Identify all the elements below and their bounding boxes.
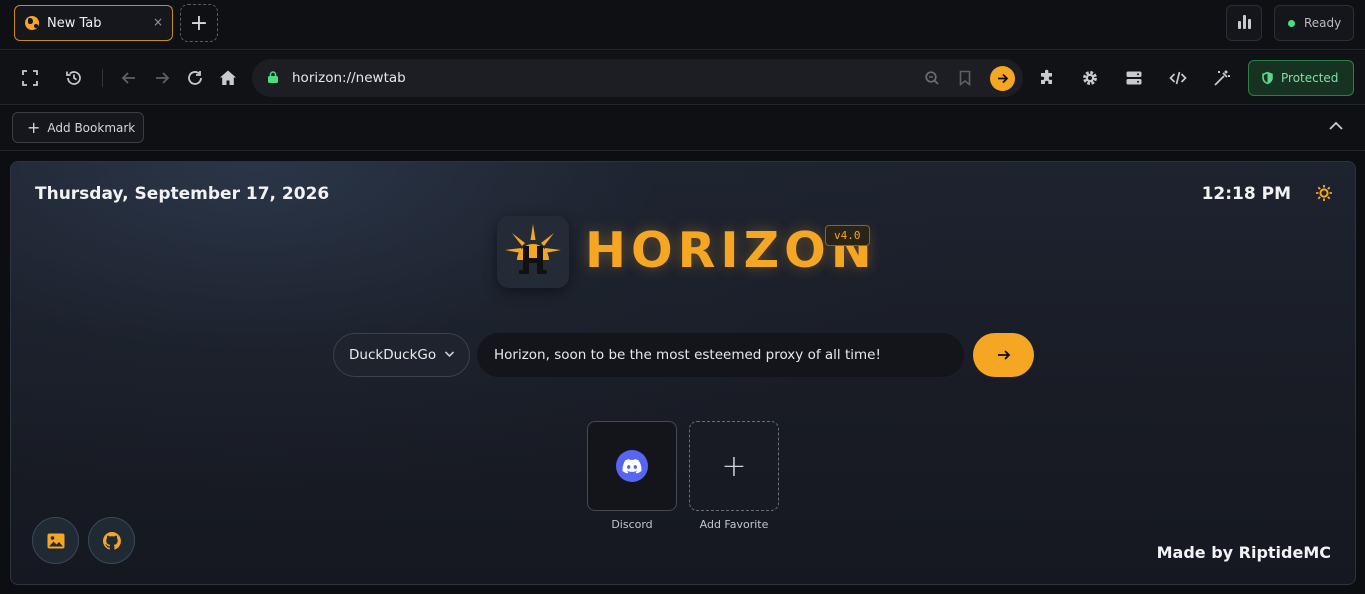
fullscreen-icon[interactable]: [19, 67, 41, 89]
arrow-right-icon: [998, 73, 1009, 84]
bookmark-bar: + Add Bookmark: [0, 106, 1365, 151]
github-button[interactable]: [88, 517, 135, 564]
date-display: Thursday, September 17, 2026: [35, 184, 330, 204]
toolbar-divider: [102, 69, 103, 87]
favorite-discord[interactable]: [587, 421, 677, 511]
time-display: 12:18 PM: [1201, 184, 1291, 204]
search-engine-select[interactable]: DuckDuckGo: [333, 333, 470, 377]
bar-chart-icon: [1237, 21, 1241, 29]
go-button[interactable]: [990, 66, 1015, 91]
image-icon: [47, 533, 64, 548]
tab-title: New Tab: [47, 15, 102, 31]
favorite-label: Discord: [611, 518, 653, 531]
gear-icon[interactable]: [1079, 67, 1101, 89]
search-submit-button[interactable]: [973, 333, 1034, 377]
search-input-text: Horizon, soon to be the most esteemed pr…: [494, 347, 881, 363]
globe-icon: [25, 16, 39, 30]
toolbar: horizon://newtab Protected: [0, 51, 1365, 105]
add-favorite-button[interactable]: +: [689, 421, 779, 511]
server-icon[interactable]: [1123, 67, 1145, 89]
new-tab-page: Thursday, September 17, 2026 12:18 PM HO…: [10, 161, 1356, 585]
tab-close-icon[interactable]: ×: [153, 15, 163, 29]
chevron-down-icon: [444, 351, 455, 358]
code-icon[interactable]: [1167, 67, 1189, 89]
chevron-up-icon[interactable]: [1328, 120, 1344, 132]
lock-icon: [268, 71, 278, 83]
status-indicator: Ready: [1274, 5, 1354, 41]
history-icon[interactable]: [63, 67, 85, 89]
home-icon[interactable]: [217, 67, 239, 89]
protected-label: Protected: [1281, 71, 1339, 85]
forward-arrow-icon[interactable]: [151, 67, 173, 89]
magic-wand-icon[interactable]: [1211, 67, 1233, 89]
footer-credit: Made by RiptideMC: [1156, 543, 1331, 562]
status-label: Ready: [1304, 16, 1342, 30]
add-bookmark-label: Add Bookmark: [47, 120, 136, 135]
back-arrow-icon[interactable]: [118, 67, 140, 89]
tab-new-tab[interactable]: New Tab ×: [14, 5, 173, 41]
shield-icon: [1262, 71, 1273, 85]
protected-badge[interactable]: Protected: [1248, 60, 1354, 96]
status-dot: [1288, 19, 1295, 27]
address-bar[interactable]: horizon://newtab: [252, 59, 1023, 97]
horizon-sun-logo-icon: [505, 224, 561, 274]
plus-icon: +: [721, 448, 747, 484]
reload-icon[interactable]: [184, 67, 206, 89]
search-engine-label: DuckDuckGo: [349, 347, 437, 363]
bookmark-icon[interactable]: [958, 70, 972, 86]
github-icon: [102, 531, 121, 550]
stats-button[interactable]: [1226, 5, 1262, 41]
zoom-icon[interactable]: [924, 70, 940, 86]
discord-icon: [616, 450, 648, 482]
sun-icon[interactable]: [1315, 184, 1333, 202]
url-text[interactable]: horizon://newtab: [292, 70, 406, 86]
wallpaper-button[interactable]: [32, 517, 79, 564]
plus-icon: +: [27, 117, 41, 137]
extensions-icon[interactable]: [1036, 67, 1058, 89]
favorite-label: Add Favorite: [699, 518, 769, 531]
add-bookmark-button[interactable]: + Add Bookmark: [12, 112, 144, 143]
new-tab-button[interactable]: +: [180, 4, 218, 42]
horizon-logo: [497, 216, 569, 288]
tab-strip: New Tab × + Ready: [0, 0, 1365, 50]
arrow-right-icon: [997, 350, 1010, 360]
search-input[interactable]: Horizon, soon to be the most esteemed pr…: [477, 333, 964, 377]
version-badge: v4.0: [825, 225, 870, 246]
